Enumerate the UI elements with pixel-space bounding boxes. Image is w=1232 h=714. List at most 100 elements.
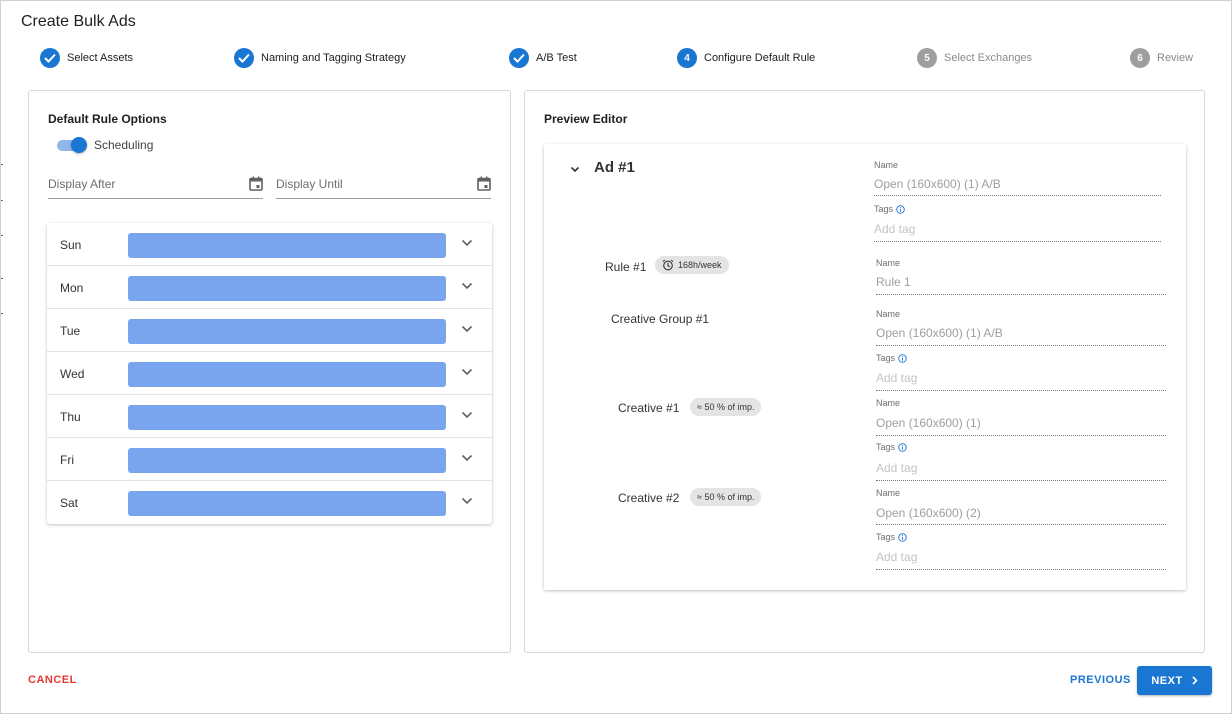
edge-mark	[1, 313, 3, 314]
display-after-field[interactable]: Display After	[48, 175, 263, 199]
next-button[interactable]: NEXT	[1137, 666, 1212, 695]
chevron-down-icon[interactable]	[461, 454, 473, 462]
day-schedule-bar[interactable]	[128, 276, 446, 301]
rule-label: Rule #1	[605, 260, 647, 274]
display-until-placeholder: Display Until	[276, 177, 343, 191]
calendar-icon[interactable]	[477, 176, 491, 191]
edge-mark	[1, 200, 3, 201]
day-schedule-bar[interactable]	[128, 405, 446, 430]
day-label: Tue	[60, 324, 81, 338]
creative-2-share-chip: ≈ 50 % of imp.	[690, 488, 762, 506]
step-review[interactable]: 6 Review	[1130, 48, 1193, 68]
step-label: Naming and Tagging Strategy	[261, 52, 406, 64]
display-until-field[interactable]: Display Until	[276, 175, 491, 199]
ad-tags-label: Tags	[874, 204, 905, 214]
underline	[876, 345, 1166, 346]
info-icon[interactable]	[898, 442, 907, 452]
chevron-down-icon[interactable]	[461, 325, 473, 333]
calendar-icon[interactable]	[249, 176, 263, 191]
day-schedule-bar[interactable]	[128, 491, 446, 516]
creative-2-name-label: Name	[876, 488, 900, 498]
day-label: Sat	[60, 496, 79, 510]
creative-2-tags-input[interactable]: Add tag	[876, 550, 917, 564]
cancel-button[interactable]: CANCEL	[28, 674, 77, 686]
chevron-down-icon[interactable]	[461, 368, 473, 376]
day-label: Mon	[60, 281, 84, 295]
scheduling-toggle[interactable]	[57, 137, 87, 153]
day-schedule-bar[interactable]	[128, 319, 446, 344]
day-row-mon[interactable]: Mon	[47, 266, 492, 309]
step-label: Select Assets	[67, 52, 134, 64]
next-button-label: NEXT	[1151, 674, 1183, 687]
label-text: Tags	[874, 204, 894, 214]
create-bulk-ads-dialog: Create Bulk Ads Select Assets Naming and…	[0, 0, 1232, 714]
group-name-input[interactable]: Open (160x600) (1) A/B	[876, 326, 1003, 340]
ad-name-label: Name	[874, 160, 898, 170]
creative-1-share-chip: ≈ 50 % of imp.	[690, 398, 762, 416]
scheduling-label: Scheduling	[94, 138, 154, 152]
day-schedule-bar[interactable]	[128, 233, 446, 258]
day-row-tue[interactable]: Tue	[47, 309, 492, 352]
underline	[876, 390, 1166, 391]
step-label: Review	[1157, 52, 1194, 64]
creative-2-name-input[interactable]: Open (160x600) (2)	[876, 506, 981, 520]
info-icon[interactable]	[898, 353, 907, 363]
rule-hours-chip: 168h/week	[655, 256, 729, 274]
creative-1-name-label: Name	[876, 398, 900, 408]
creative-1-name-input[interactable]: Open (160x600) (1)	[876, 416, 981, 430]
panel-title: Preview Editor	[544, 112, 628, 126]
edge-mark	[1, 235, 3, 236]
display-after-placeholder: Display After	[48, 177, 116, 191]
step-select-assets[interactable]: Select Assets	[40, 48, 133, 68]
day-row-wed[interactable]: Wed	[47, 352, 492, 395]
group-tags-input[interactable]: Add tag	[876, 371, 917, 385]
step-naming-and-tagging[interactable]: Naming and Tagging Strategy	[234, 48, 406, 68]
rule-name-input[interactable]: Rule 1	[876, 275, 911, 289]
creative-2-tags-label: Tags	[876, 532, 907, 542]
chevron-down-icon[interactable]	[570, 166, 580, 173]
label-text: Tags	[876, 442, 896, 452]
day-schedule-list: Sun Mon Tue Wed Thu Fri Sat	[47, 223, 492, 524]
rule-hours-text: 168h/week	[678, 260, 722, 270]
panel-title: Default Rule Options	[48, 112, 167, 126]
previous-button[interactable]: PREVIOUS	[1070, 674, 1131, 686]
step-configure-default-rule[interactable]: 4 Configure Default Rule	[677, 48, 815, 68]
creative-1-tags-input[interactable]: Add tag	[876, 461, 917, 475]
label-text: Tags	[876, 532, 896, 542]
chevron-down-icon[interactable]	[461, 239, 473, 247]
preview-editor-panel: Preview Editor Ad #1 Name Open (160x600)…	[524, 90, 1205, 653]
day-schedule-bar[interactable]	[128, 362, 446, 387]
label-text: Tags	[876, 353, 896, 363]
creative-1-label: Creative #1	[618, 401, 680, 415]
group-name-label: Name	[876, 309, 900, 319]
step-select-exchanges[interactable]: 5 Select Exchanges	[917, 48, 1032, 68]
day-schedule-bar[interactable]	[128, 448, 446, 473]
step-number: 5	[917, 48, 937, 68]
label-text: Name	[874, 160, 899, 170]
day-row-fri[interactable]: Fri	[47, 438, 492, 481]
day-label: Fri	[60, 453, 74, 467]
creative-1-tags-label: Tags	[876, 442, 907, 452]
info-icon[interactable]	[898, 532, 907, 542]
day-label: Wed	[60, 367, 85, 381]
rule-name-label: Name	[876, 258, 900, 268]
chevron-down-icon[interactable]	[461, 411, 473, 419]
info-icon[interactable]	[896, 204, 905, 214]
underline	[876, 435, 1166, 436]
check-icon	[234, 48, 254, 68]
ad-tags-input[interactable]: Add tag	[874, 222, 915, 236]
underline	[874, 195, 1161, 196]
label-text: Name	[876, 258, 901, 268]
chip-text: ≈ 50 % of imp.	[697, 492, 755, 502]
day-row-sun[interactable]: Sun	[47, 223, 492, 266]
chevron-down-icon[interactable]	[461, 497, 473, 505]
step-label: Select Exchanges	[944, 52, 1033, 64]
alarm-icon	[662, 259, 674, 271]
chevron-down-icon[interactable]	[461, 282, 473, 290]
ad-name-input[interactable]: Open (160x600) (1) A/B	[874, 177, 1001, 191]
step-ab-test[interactable]: A/B Test	[509, 48, 577, 68]
step-label: A/B Test	[536, 52, 577, 64]
day-row-thu[interactable]: Thu	[47, 395, 492, 438]
day-row-sat[interactable]: Sat	[47, 481, 492, 524]
day-label: Sun	[60, 238, 82, 252]
